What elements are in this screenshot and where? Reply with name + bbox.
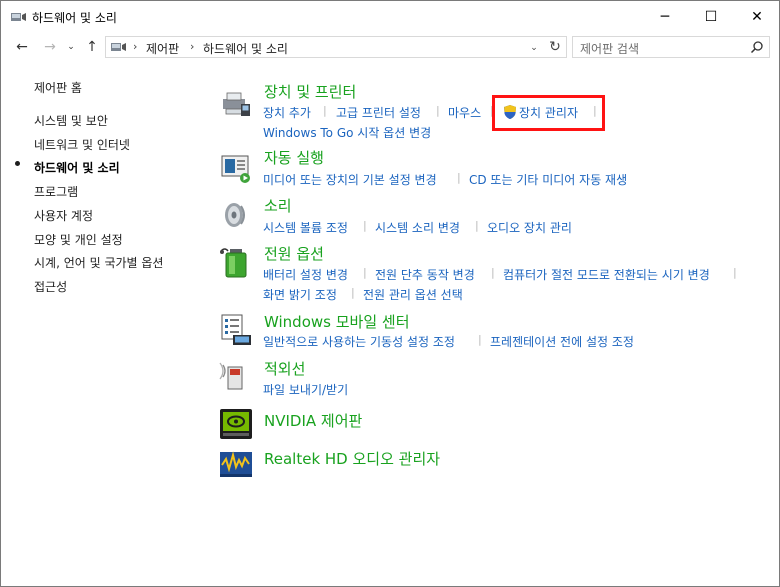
minimize-button[interactable]: ─ (642, 2, 688, 32)
manage-audio-devices-link[interactable]: 오디오 장치 관리 (487, 219, 572, 236)
windows-to-go-link[interactable]: Windows To Go 시작 옵션 변경 (263, 124, 431, 141)
change-sleep-time-link[interactable]: 컴퓨터가 절전 모드로 전환되는 시기 변경 (503, 266, 710, 283)
adjust-system-volume-link[interactable]: 시스템 볼륨 조정 (263, 219, 348, 236)
link-separator: | (491, 266, 495, 279)
power-options-title[interactable]: 전원 옵션 (264, 243, 324, 264)
realtek-audio-icon[interactable] (219, 447, 253, 481)
speaker-icon[interactable] (219, 198, 253, 232)
link-separator: | (478, 333, 482, 346)
sidebar-item-network-internet[interactable]: 네트워크 및 인터넷 (34, 136, 130, 153)
adjust-mobility-settings-link[interactable]: 일반적으로 사용하는 기동성 설정 조정 (263, 333, 455, 350)
mobility-center-icon[interactable] (219, 313, 253, 347)
change-battery-settings-link[interactable]: 배터리 설정 변경 (263, 266, 348, 283)
sidebar-item-control-panel-home[interactable]: 제어판 홈 (34, 79, 82, 96)
sidebar-item-hardware-sound: 하드웨어 및 소리 (34, 161, 120, 175)
maximize-button[interactable]: ☐ (688, 2, 734, 32)
mouse-link[interactable]: 마우스 (448, 104, 481, 121)
change-default-media-settings-link[interactable]: 미디어 또는 장치의 기본 설정 변경 (263, 171, 437, 188)
printer-icon[interactable] (219, 87, 253, 121)
hardware-sound-app-icon (11, 13, 26, 21)
close-button[interactable]: ✕ (734, 2, 780, 32)
devices-printers-title[interactable]: 장치 및 프린터 (264, 81, 356, 102)
sidebar-item-clock-region[interactable]: 시계, 언어 및 국가별 옵션 (34, 254, 163, 271)
breadcrumb-separator[interactable]: › (190, 40, 194, 53)
link-separator: | (475, 219, 479, 232)
control-panel-window: 하드웨어 및 소리 ─ ☐ ✕ ← → ⌄ ↑ › 제어판 › 하드웨어 및 소… (0, 0, 780, 587)
autoplay-title[interactable]: 자동 실행 (264, 147, 324, 168)
device-manager-highlight-box (492, 95, 605, 131)
send-receive-files-link[interactable]: 파일 보내기/받기 (263, 381, 348, 398)
control-panel-location-icon (111, 43, 126, 51)
search-input[interactable]: 제어판 검색 (580, 40, 639, 57)
sidebar-item-ease-of-access[interactable]: 접근성 (34, 278, 67, 295)
change-power-buttons-link[interactable]: 전원 단추 동작 변경 (375, 266, 475, 283)
refresh-icon[interactable]: ↻ (546, 38, 564, 56)
breadcrumb-separator[interactable]: › (133, 40, 137, 53)
sidebar-item-programs[interactable]: 프로그램 (34, 183, 78, 200)
back-arrow-icon[interactable]: ← (12, 37, 32, 57)
battery-icon[interactable] (219, 245, 253, 279)
nvidia-control-panel-title[interactable]: NVIDIA 제어판 (264, 410, 362, 431)
sound-title[interactable]: 소리 (264, 195, 292, 216)
search-box[interactable]: 제어판 검색 (572, 36, 770, 58)
link-separator: | (363, 266, 367, 279)
adjust-screen-brightness-link[interactable]: 화면 밝기 조정 (263, 286, 337, 303)
breadcrumb-control-panel[interactable]: 제어판 (146, 40, 179, 57)
play-cd-automatically-link[interactable]: CD 또는 기타 미디어 자동 재생 (469, 171, 627, 188)
address-dropdown-chevron-icon[interactable]: ⌄ (526, 40, 542, 56)
up-arrow-icon[interactable]: ↑ (82, 37, 102, 57)
choose-power-plan-link[interactable]: 전원 관리 옵션 선택 (363, 286, 463, 303)
link-separator: | (436, 104, 440, 117)
add-device-link[interactable]: 장치 추가 (263, 104, 311, 121)
adjust-presentation-settings-link[interactable]: 프레젠테이션 전에 설정 조정 (490, 333, 634, 350)
advanced-printer-setup-link[interactable]: 고급 프린터 설정 (336, 104, 421, 121)
title-bar: 하드웨어 및 소리 ─ ☐ ✕ (2, 2, 780, 32)
link-separator: | (457, 171, 461, 184)
link-separator: | (323, 104, 327, 117)
nvidia-icon[interactable] (219, 407, 253, 441)
autoplay-icon[interactable] (219, 151, 253, 185)
infrared-icon[interactable] (219, 359, 253, 393)
recent-locations-chevron-icon[interactable]: ⌄ (64, 37, 78, 57)
sidebar-item-appearance[interactable]: 모양 및 개인 설정 (34, 231, 123, 248)
mobility-center-title[interactable]: Windows 모바일 센터 (264, 311, 410, 332)
navigation-bar: ← → ⌄ ↑ › 제어판 › 하드웨어 및 소리 ⌄ ↻ 제어판 검색 (2, 32, 780, 62)
realtek-audio-manager-title[interactable]: Realtek HD 오디오 관리자 (264, 448, 440, 469)
current-item-bullet (15, 161, 20, 166)
window-title: 하드웨어 및 소리 (32, 11, 117, 25)
link-separator: | (351, 286, 355, 299)
sidebar-item-system-security[interactable]: 시스템 및 보안 (34, 112, 108, 129)
sidebar-item-user-accounts[interactable]: 사용자 계정 (34, 207, 93, 224)
change-system-sounds-link[interactable]: 시스템 소리 변경 (375, 219, 460, 236)
infrared-title[interactable]: 적외선 (264, 358, 305, 379)
address-bar[interactable]: › 제어판 › 하드웨어 및 소리 ⌄ ↻ (105, 36, 567, 58)
link-separator: | (733, 266, 737, 279)
breadcrumb-hardware-sound[interactable]: 하드웨어 및 소리 (203, 40, 288, 57)
search-icon[interactable] (750, 40, 764, 54)
forward-arrow-icon[interactable]: → (40, 37, 60, 57)
link-separator: | (363, 219, 367, 232)
